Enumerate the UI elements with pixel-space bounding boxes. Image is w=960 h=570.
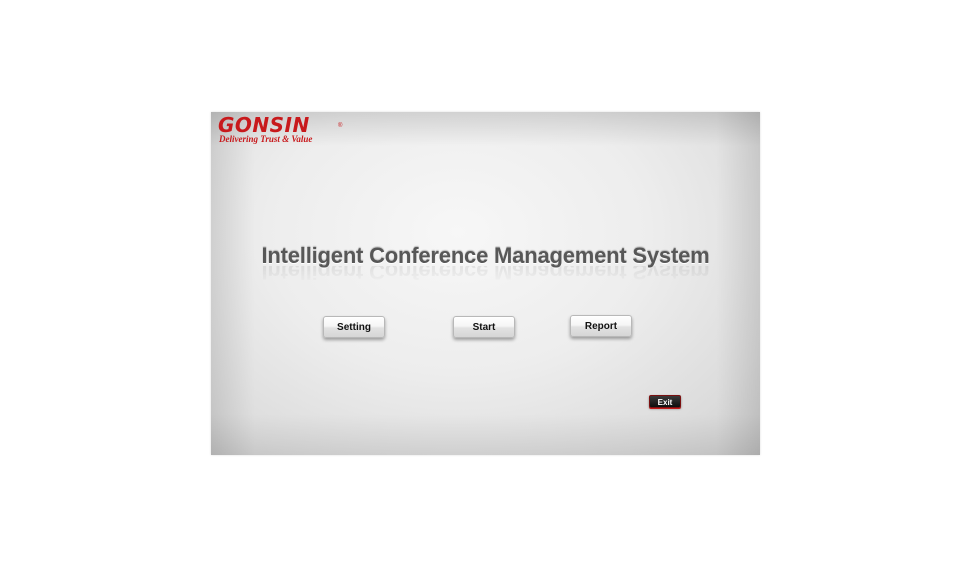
app-window: GONSIN ® Delivering Trust & Value Intell… xyxy=(211,112,760,455)
system-title-reflection: Intelligent Conference Management System xyxy=(261,266,710,284)
start-button[interactable]: Start xyxy=(453,316,515,338)
report-button[interactable]: Report xyxy=(570,315,632,337)
setting-button[interactable]: Setting xyxy=(323,316,385,338)
exit-button[interactable]: Exit xyxy=(649,395,681,408)
brand-tagline: Delivering Trust & Value xyxy=(219,134,313,144)
brand-name: GONSIN xyxy=(218,113,310,137)
registered-mark: ® xyxy=(338,123,343,129)
gonsin-logo: GONSIN ® Delivering Trust & Value xyxy=(218,114,368,146)
